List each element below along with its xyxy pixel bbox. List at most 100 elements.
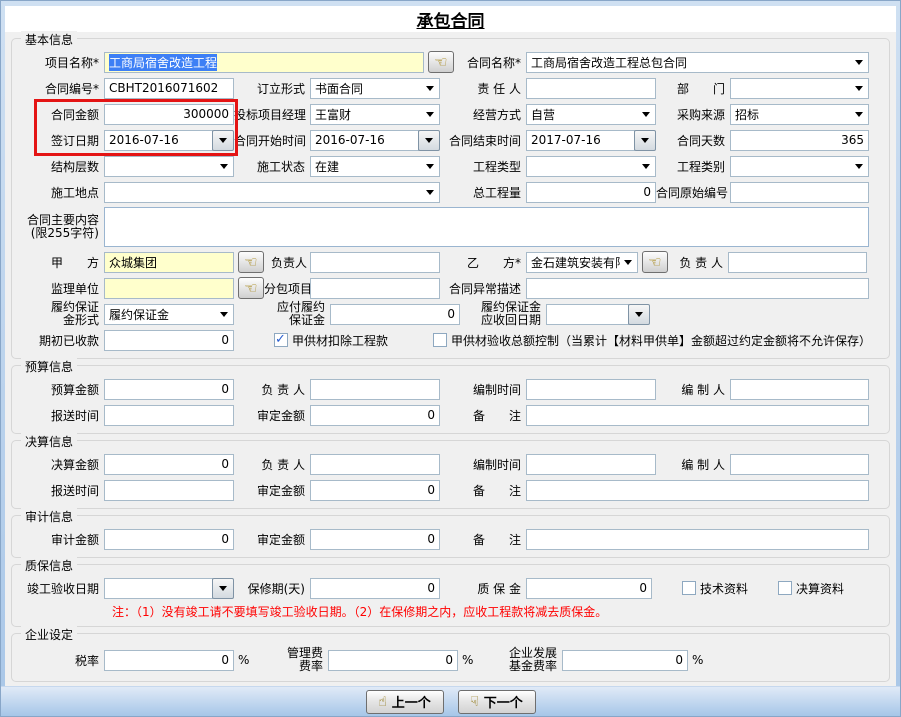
- budget-submit-time-label: 报送时间: [14, 407, 104, 424]
- project-category-label: 工程类别: [656, 158, 730, 175]
- budget-remark-input[interactable]: [526, 405, 869, 426]
- project-name-picker-button[interactable]: [428, 51, 454, 73]
- previous-button[interactable]: 上一个: [366, 690, 444, 714]
- tech-docs-checkbox[interactable]: [682, 581, 696, 595]
- contract-window: 承包合同 基本信息 项目名称* 工商局宿舍改造工程 合同名称* 工商局宿舍改造工…: [0, 0, 901, 717]
- row-audit-1: 审计金额 0 审定金额 0 备 注: [14, 526, 889, 552]
- party-a-head-input[interactable]: [310, 252, 440, 273]
- final-amount-input[interactable]: 0: [104, 454, 234, 475]
- bid-manager-select[interactable]: 王富财: [310, 104, 440, 125]
- tax-rate-input[interactable]: 0: [104, 650, 234, 671]
- bond-return-date-label: 履约保证金 应收回日期: [460, 301, 546, 327]
- budget-head-input[interactable]: [310, 379, 440, 400]
- main-content-textarea[interactable]: [104, 207, 869, 247]
- supervision-unit-label: 监理单位: [14, 280, 104, 297]
- final-docs-checkbox[interactable]: [778, 581, 792, 595]
- contract-days-input[interactable]: 365: [730, 130, 869, 151]
- bond-return-date-input[interactable]: [546, 304, 629, 325]
- deduct-material-label: 甲供材扣除工程款: [292, 332, 388, 349]
- final-approved-label: 审定金额: [234, 482, 310, 499]
- bond-form-select[interactable]: 履约保证金: [104, 304, 234, 325]
- final-compiler-label: 编 制 人: [656, 456, 730, 473]
- budget-compile-time-input[interactable]: [526, 379, 656, 400]
- start-date-input[interactable]: 2016-07-16: [310, 130, 419, 151]
- warranty-days-input[interactable]: 0: [310, 578, 440, 599]
- group-final-info: 决算信息 决算金额 0 负 责 人 编制时间 编 制 人 报送时间 审定金额 0…: [11, 440, 890, 509]
- sign-date-dropdown-button[interactable]: [212, 130, 234, 151]
- responsible-input[interactable]: [526, 78, 656, 99]
- original-number-label: 合同原始编号: [656, 184, 730, 201]
- budget-submit-time-input[interactable]: [104, 405, 234, 426]
- party-a-picker-button[interactable]: [238, 251, 264, 273]
- contract-no-input[interactable]: CBHT2016071602: [104, 78, 234, 99]
- project-category-select[interactable]: [730, 156, 869, 177]
- material-control-checkbox[interactable]: [433, 333, 447, 347]
- acceptance-date-dropdown-button[interactable]: [212, 578, 234, 599]
- responsible-label: 责 任 人: [440, 80, 526, 97]
- audit-remark-input[interactable]: [526, 529, 869, 550]
- budget-approved-input[interactable]: 0: [310, 405, 440, 426]
- construction-site-select[interactable]: [104, 182, 440, 203]
- contract-no-label: 合同编号*: [14, 80, 104, 97]
- budget-compiler-input[interactable]: [730, 379, 869, 400]
- chevron-down-icon: [426, 112, 434, 121]
- retention-input[interactable]: 0: [526, 578, 652, 599]
- initial-received-input[interactable]: 0: [104, 330, 234, 351]
- project-name-input[interactable]: 工商局宿舍改造工程: [104, 52, 424, 73]
- start-date-dropdown-button[interactable]: [418, 130, 440, 151]
- row-final-1: 决算金额 0 负 责 人 编制时间 编 制 人: [14, 451, 889, 477]
- chevron-down-icon: [855, 112, 863, 121]
- end-date-dropdown-button[interactable]: [634, 130, 656, 151]
- tax-rate-label: 税率: [14, 652, 104, 669]
- ordering-form-select[interactable]: 书面合同: [310, 78, 440, 99]
- audit-amount-input[interactable]: 0: [104, 529, 234, 550]
- operation-mode-select[interactable]: 自营: [526, 104, 656, 125]
- department-select[interactable]: [730, 78, 869, 99]
- row-project-name: 项目名称* 工商局宿舍改造工程 合同名称* 工商局宿舍改造工程总包合同: [14, 49, 889, 75]
- final-compile-time-input[interactable]: [526, 454, 656, 475]
- chevron-down-icon: [855, 164, 863, 173]
- row-budget-2: 报送时间 审定金额 0 备 注: [14, 402, 889, 428]
- final-head-input[interactable]: [310, 454, 440, 475]
- contract-amount-input[interactable]: 300000: [104, 104, 234, 125]
- bond-return-date-dropdown-button[interactable]: [628, 304, 650, 325]
- end-date-input[interactable]: 2017-07-16: [526, 130, 635, 151]
- next-button[interactable]: 下一个: [458, 690, 536, 714]
- supervision-unit-input[interactable]: [104, 278, 234, 299]
- group-budget-legend: 预算信息: [21, 358, 77, 375]
- contract-days-label: 合同天数: [656, 132, 730, 149]
- final-remark-input[interactable]: [526, 480, 869, 501]
- group-enterprise-legend: 企业设定: [21, 626, 77, 643]
- structure-layers-select[interactable]: [104, 156, 234, 177]
- bond-return-date-picker: [546, 304, 650, 325]
- party-b-head-input[interactable]: [728, 252, 867, 273]
- contract-name-select[interactable]: 工商局宿舍改造工程总包合同: [526, 52, 869, 73]
- contract-amount-label: 合同金额: [14, 106, 104, 123]
- project-type-select[interactable]: [526, 156, 656, 177]
- construction-status-select[interactable]: 在建: [310, 156, 440, 177]
- subcontract-project-input[interactable]: [310, 278, 440, 299]
- party-b-select[interactable]: 金石建筑安装有限公司: [526, 252, 638, 273]
- party-b-picker-button[interactable]: [642, 251, 668, 273]
- audit-approved-input[interactable]: 0: [310, 529, 440, 550]
- mgmt-fee-input[interactable]: 0: [328, 650, 458, 671]
- party-a-head-label: 负责人: [264, 254, 310, 271]
- party-a-input[interactable]: 众城集团: [104, 252, 234, 273]
- acceptance-date-input[interactable]: [104, 578, 213, 599]
- contract-exception-input[interactable]: [526, 278, 869, 299]
- sign-date-input[interactable]: 2016-07-16: [104, 130, 213, 151]
- deduct-material-checkbox[interactable]: [274, 333, 288, 347]
- final-approved-input[interactable]: 0: [310, 480, 440, 501]
- budget-amount-input[interactable]: 0: [104, 379, 234, 400]
- purchase-source-select[interactable]: 招标: [730, 104, 869, 125]
- original-number-input[interactable]: [730, 182, 869, 203]
- construction-status-label: 施工状态: [234, 158, 310, 175]
- bond-payable-input[interactable]: 0: [330, 304, 460, 325]
- final-compiler-input[interactable]: [730, 454, 869, 475]
- supervision-unit-picker-button[interactable]: [238, 277, 264, 299]
- footer-bar: 上一个 下一个: [1, 686, 900, 716]
- dev-fund-input[interactable]: 0: [562, 650, 688, 671]
- final-submit-time-input[interactable]: [104, 480, 234, 501]
- chevron-down-icon: [220, 164, 228, 173]
- total-quantity-input[interactable]: 0: [526, 182, 656, 203]
